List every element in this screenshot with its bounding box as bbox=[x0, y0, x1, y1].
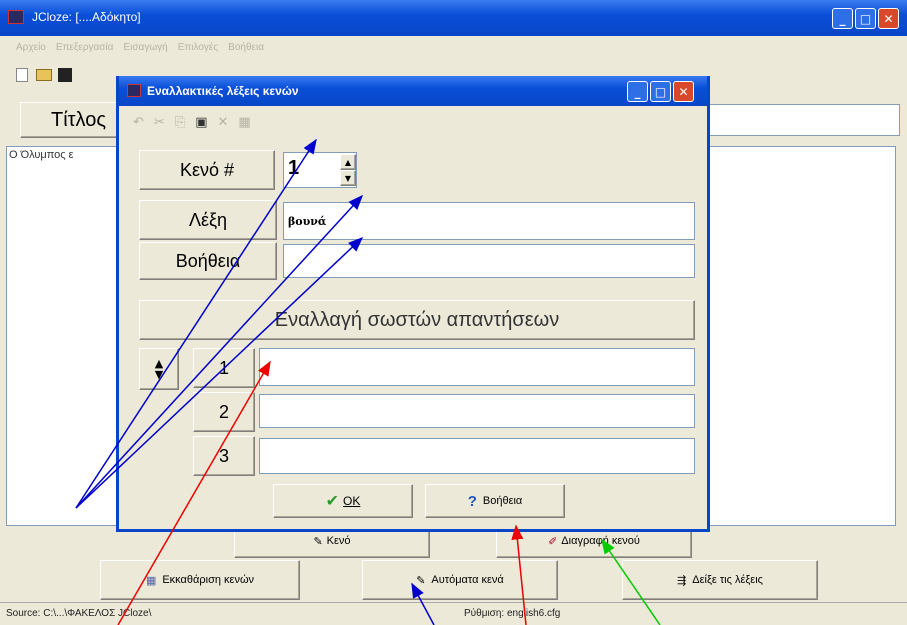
alt-words-dialog: Εναλλακτικές λέξεις κενών _ □ ✕ ↶ ✂ ⎘ ▣ … bbox=[116, 76, 710, 532]
help-icon: ? bbox=[467, 492, 477, 510]
gap-number-value: 1 bbox=[288, 157, 300, 179]
word-value: βουνά bbox=[288, 215, 327, 228]
menu-insert[interactable]: Εισαγωγή bbox=[123, 42, 167, 53]
minimize-button[interactable]: _ bbox=[832, 8, 853, 29]
show-words-icon: ⇶ bbox=[677, 574, 687, 587]
menu-edit[interactable]: Επεξεργασία bbox=[56, 42, 114, 53]
spin-down-icon[interactable]: ▼ bbox=[340, 170, 356, 186]
main-window-controls: _ □ ✕ bbox=[832, 8, 902, 30]
help-button[interactable]: ? Βοήθεια bbox=[425, 484, 565, 518]
main-title-text: JCloze: [....Αδόκητο] bbox=[32, 10, 141, 24]
clear-gaps-button[interactable]: ▦ Εκκαθάριση κενών bbox=[100, 560, 300, 600]
dialog-close-button[interactable]: ✕ bbox=[673, 81, 694, 102]
auto-gap-icon: ✎ bbox=[416, 574, 426, 587]
alt-input-1[interactable] bbox=[259, 348, 695, 386]
menu-options[interactable]: Επιλογές bbox=[178, 42, 218, 53]
word-label: Λέξη bbox=[139, 200, 277, 240]
spin-up-icon[interactable]: ▲ bbox=[340, 154, 356, 170]
dialog-window-controls: _ □ ✕ bbox=[627, 81, 703, 103]
text-preview: Ο Όλυμπος ε bbox=[9, 149, 74, 161]
gap-pen-icon: ✎ bbox=[313, 535, 323, 548]
alt-number-2: 2 bbox=[193, 392, 255, 432]
dialog-toolbar: ↶ ✂ ⎘ ▣ ✕ ▦ bbox=[123, 112, 323, 132]
auto-gap-button[interactable]: ✎ Αυτόματα κενά bbox=[362, 560, 558, 600]
title-input[interactable] bbox=[700, 104, 900, 136]
new-icon[interactable] bbox=[16, 68, 28, 82]
menu-help[interactable]: Βοήθεια bbox=[228, 42, 264, 53]
status-bar: Source: C:\...\ΦΑΚΕΛΟΣ JCloze\ Ρύθμιση: … bbox=[0, 602, 907, 625]
main-title-bar: JCloze: [....Αδόκητο] _ □ ✕ bbox=[0, 0, 907, 36]
word-input[interactable]: βουνά bbox=[283, 202, 695, 240]
alt-input-2[interactable] bbox=[259, 394, 695, 428]
copy-icon[interactable]: ⎘ bbox=[175, 115, 185, 130]
eraser-icon: ✐ bbox=[548, 535, 558, 548]
title-field-label: Τίτλος bbox=[20, 102, 130, 138]
alt-number-3: 3 bbox=[193, 436, 255, 476]
ok-button[interactable]: ✔ OK bbox=[273, 484, 413, 518]
dialog-title-bar: Εναλλακτικές λέξεις κενών _ □ ✕ bbox=[119, 76, 707, 106]
open-icon[interactable] bbox=[36, 69, 52, 81]
menu-file[interactable]: Αρχείο bbox=[16, 42, 46, 53]
gap-number-spinner[interactable]: 1 ▲ ▼ bbox=[283, 152, 357, 188]
maximize-button[interactable]: □ bbox=[855, 8, 876, 29]
checkmark-icon: ✔ bbox=[325, 493, 340, 510]
status-config: Ρύθμιση: english6.cfg bbox=[464, 608, 561, 619]
dialog-minimize-button[interactable]: _ bbox=[627, 81, 648, 102]
menu-bar: Αρχείο Επεξεργασία Εισαγωγή Επιλογές Βοή… bbox=[0, 36, 907, 58]
undo-icon[interactable]: ↶ bbox=[133, 115, 144, 130]
status-source: Source: C:\...\ΦΑΚΕΛΟΣ JCloze\ bbox=[6, 608, 152, 619]
alt-input-3[interactable] bbox=[259, 438, 695, 474]
dialog-maximize-button[interactable]: □ bbox=[650, 81, 671, 102]
dialog-title-text: Εναλλακτικές λέξεις κενών bbox=[147, 84, 299, 98]
gap-number-label: Κενό # bbox=[139, 150, 275, 190]
show-words-button[interactable]: ⇶ Δείξε τις λέξεις bbox=[622, 560, 818, 600]
save-icon[interactable] bbox=[58, 68, 72, 82]
cut-icon[interactable]: ✂ bbox=[154, 115, 165, 130]
alt-header: Εναλλαγή σωστών απαντήσεων bbox=[139, 300, 695, 340]
clear-icon: ▦ bbox=[145, 574, 157, 587]
delete-icon[interactable]: ✕ bbox=[218, 115, 229, 130]
hint-input[interactable] bbox=[283, 244, 695, 278]
close-button[interactable]: ✕ bbox=[878, 8, 899, 29]
app-icon bbox=[8, 10, 24, 24]
alt-number-1: 1 bbox=[193, 348, 255, 388]
hint-label: Βοήθεια bbox=[139, 242, 277, 280]
move-updown-icon[interactable]: ▲ ▼ bbox=[139, 348, 179, 390]
dialog-app-icon bbox=[127, 84, 141, 97]
grid-icon[interactable]: ▦ bbox=[238, 115, 250, 130]
paste-icon[interactable]: ▣ bbox=[195, 115, 207, 130]
